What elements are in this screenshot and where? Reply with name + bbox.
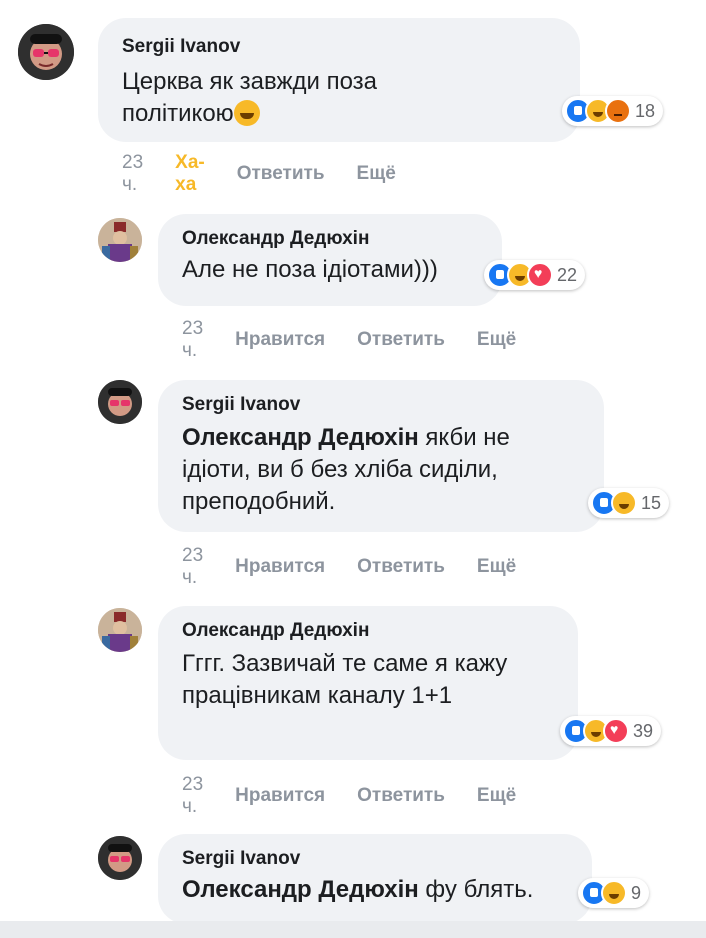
reply-button[interactable]: Ответить bbox=[357, 556, 445, 578]
comment-actions: 23 ч. Нравится Ответить Ещё bbox=[182, 774, 548, 818]
more-button[interactable]: Ещё bbox=[357, 163, 396, 185]
comment-author[interactable]: Sergii Ivanov bbox=[182, 848, 568, 870]
reaction-count: 15 bbox=[641, 492, 662, 513]
comment-author[interactable]: Олександр Дедюхін bbox=[182, 620, 554, 642]
comment-bubble: Sergii Ivanov Олександр Дедюхін фу блять… bbox=[158, 834, 592, 924]
like-button[interactable]: Нравится bbox=[235, 329, 325, 351]
love-reaction-icon bbox=[603, 718, 629, 744]
like-button[interactable]: Нравится bbox=[235, 785, 325, 807]
comment-time[interactable]: 23 ч. bbox=[182, 774, 203, 818]
reaction-count: 39 bbox=[633, 720, 654, 741]
comment-bubble: Sergii Ivanov Церква як завжди поза полі… bbox=[98, 18, 580, 142]
more-button[interactable]: Ещё bbox=[477, 556, 516, 578]
comment-actions: 23 ч. Нравится Ответить Ещё bbox=[182, 545, 548, 589]
reaction-count: 22 bbox=[557, 264, 578, 285]
comment-bubble: Sergii Ivanov Олександр Дедюхін якби не … bbox=[158, 380, 604, 532]
comment-actions: 23 ч. Ха-ха Ответить Ещё bbox=[122, 152, 428, 196]
mention-link[interactable]: Олександр Дедюхін bbox=[182, 424, 419, 451]
reply-button[interactable]: Ответить bbox=[237, 163, 325, 185]
reaction-count: 9 bbox=[631, 882, 642, 903]
reaction-summary[interactable]: 22 bbox=[484, 260, 586, 290]
avatar[interactable] bbox=[98, 380, 142, 424]
comment-time[interactable]: 23 ч. bbox=[122, 152, 143, 196]
avatar[interactable] bbox=[98, 836, 142, 880]
comment-text: фу блять. bbox=[418, 876, 534, 903]
comment-actions: 23 ч. Нравится Ответить Ещё bbox=[182, 318, 548, 362]
laugh-emoji-icon bbox=[233, 99, 260, 126]
react-button[interactable]: Ха-ха bbox=[175, 152, 205, 196]
avatar[interactable] bbox=[98, 218, 142, 262]
comment-time[interactable]: 23 ч. bbox=[182, 545, 203, 589]
comment-time[interactable]: 23 ч. bbox=[182, 318, 203, 362]
reaction-count: 18 bbox=[635, 100, 656, 121]
reaction-summary[interactable]: 15 bbox=[588, 488, 670, 518]
angry-reaction-icon bbox=[605, 98, 631, 124]
avatar[interactable] bbox=[98, 608, 142, 652]
comment-author[interactable]: Олександр Дедюхін bbox=[182, 228, 478, 250]
haha-reaction-icon bbox=[611, 490, 637, 516]
avatar[interactable] bbox=[18, 24, 74, 80]
reaction-summary[interactable]: 18 bbox=[562, 96, 664, 126]
haha-reaction-icon bbox=[601, 880, 627, 906]
more-button[interactable]: Ещё bbox=[477, 785, 516, 807]
reply-button[interactable]: Ответить bbox=[357, 329, 445, 351]
reaction-summary[interactable]: 39 bbox=[560, 716, 662, 746]
comment-author[interactable]: Sergii Ivanov bbox=[122, 36, 556, 58]
mention-link[interactable]: Олександр Дедюхін bbox=[182, 876, 419, 903]
more-button[interactable]: Ещё bbox=[477, 329, 516, 351]
like-button[interactable]: Нравится bbox=[235, 556, 325, 578]
comment-text: Гггг. Зазвичай те саме я кажу працівника… bbox=[182, 650, 508, 709]
comment-text: Але не поза ідіотами))) bbox=[182, 256, 438, 283]
comment-bubble: Олександр Дедюхін Але не поза ідіотами))… bbox=[158, 214, 502, 306]
feed-divider bbox=[0, 921, 706, 938]
comment-bubble: Олександр Дедюхін Гггг. Зазвичай те саме… bbox=[158, 606, 578, 760]
comment-author[interactable]: Sergii Ivanov bbox=[182, 394, 580, 416]
reaction-summary[interactable]: 9 bbox=[578, 878, 650, 908]
reply-button[interactable]: Ответить bbox=[357, 785, 445, 807]
love-reaction-icon bbox=[527, 262, 553, 288]
